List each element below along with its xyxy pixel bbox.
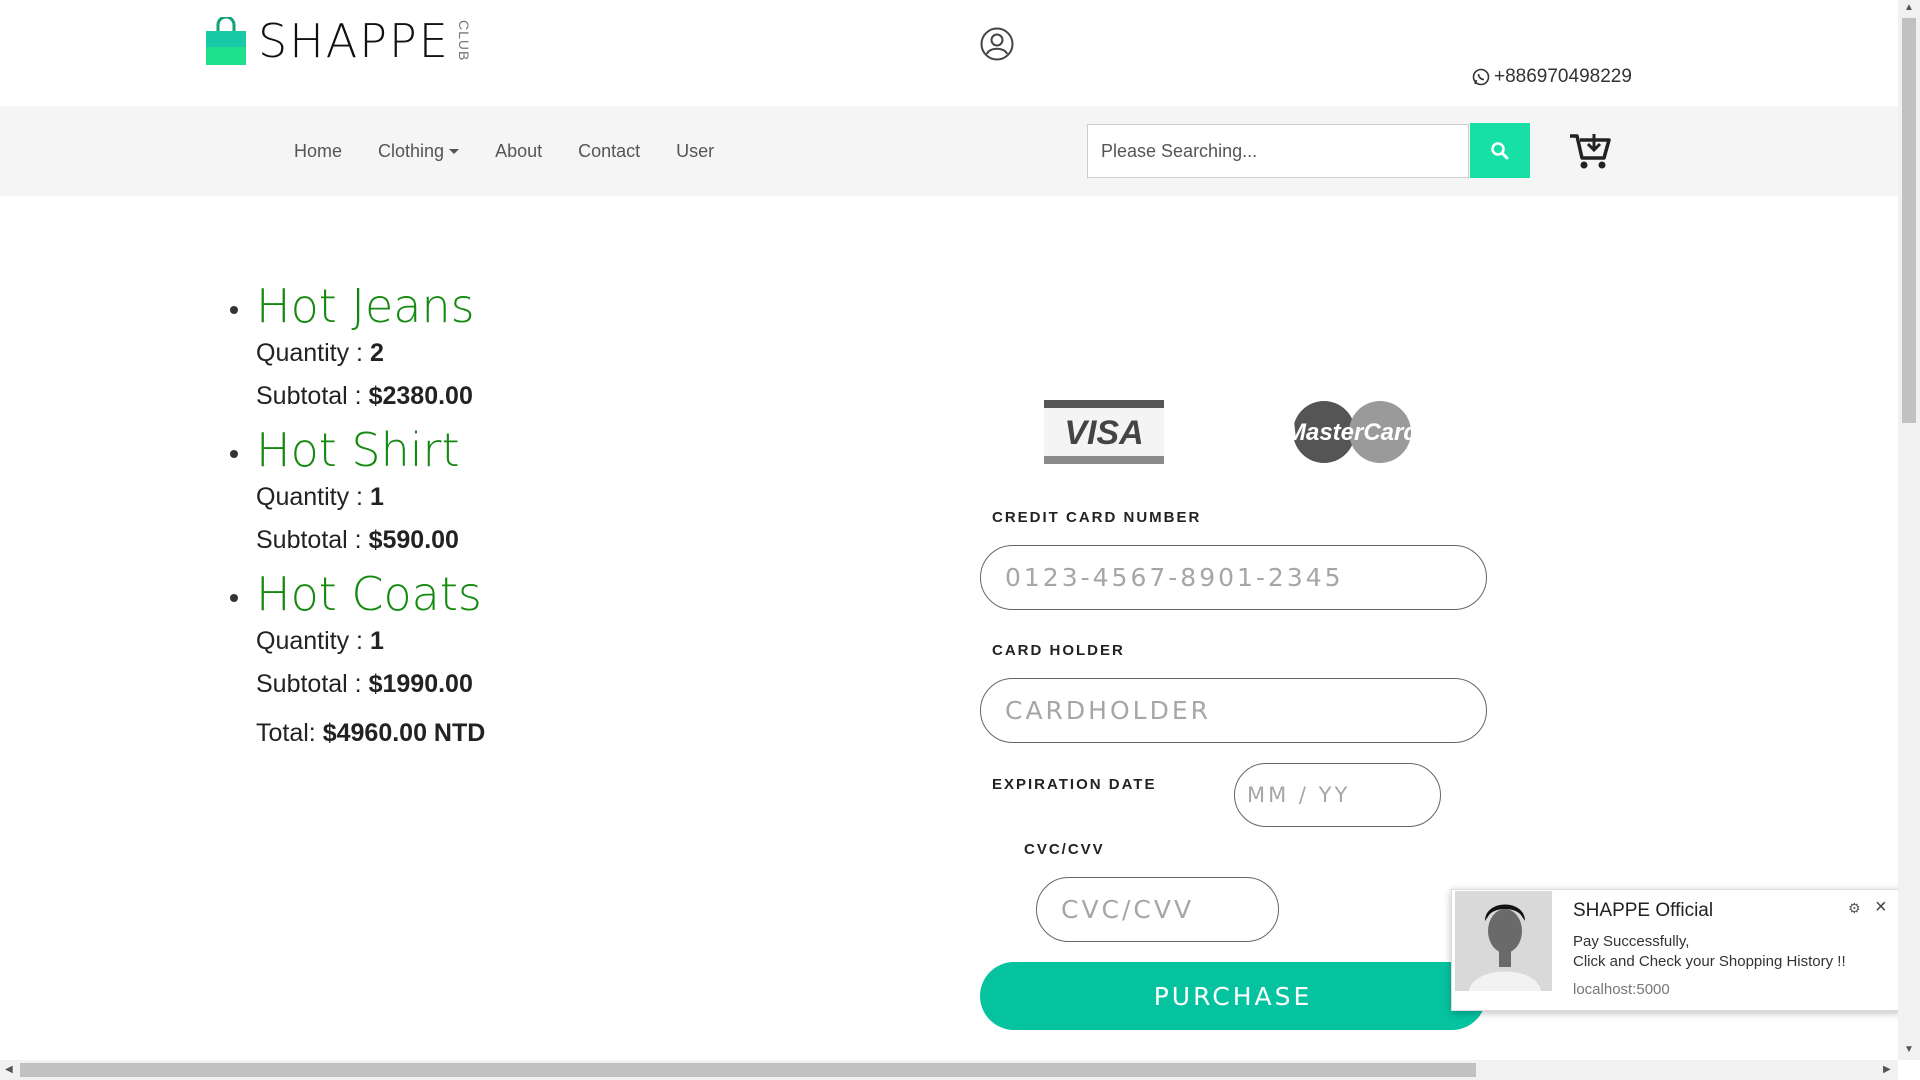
toast-notification[interactable]: SHAPPE Official Pay Successfully, Click … xyxy=(1451,889,1902,1011)
item-name: Hot Shirt xyxy=(256,423,460,477)
list-item: Hot Shirt Quantity : 1 Subtotal : $590.0… xyxy=(230,423,485,562)
brand-subtitle: CLUB xyxy=(456,20,472,62)
whatsapp-icon xyxy=(1472,68,1490,86)
nav-contact[interactable]: Contact xyxy=(560,141,658,162)
mastercard-logo-text: MasterCard xyxy=(1286,419,1418,446)
shopping-bag-icon xyxy=(206,17,246,65)
main-navbar: Home Clothing About Contact User xyxy=(0,106,1898,196)
list-item: Hot Coats Quantity : 1 Subtotal : $1990.… xyxy=(230,567,485,706)
search-icon xyxy=(1491,141,1509,159)
nav-clothing[interactable]: Clothing xyxy=(360,141,477,162)
notification-avatar xyxy=(1455,891,1552,991)
contact-phone[interactable]: +886970498229 xyxy=(1472,66,1632,88)
scroll-up-icon[interactable]: ▲ xyxy=(1904,2,1914,13)
caret-down-icon xyxy=(449,148,460,154)
expiration-date-input[interactable] xyxy=(1234,763,1441,827)
item-subtotal: Subtotal : $2380.00 xyxy=(256,382,473,410)
order-summary: Hot Jeans Quantity : 2 Subtotal : $2380.… xyxy=(230,279,486,755)
visa-logo-icon: VISA xyxy=(1044,400,1164,464)
card-holder-label: CARD HOLDER xyxy=(992,642,1125,659)
mastercard-logo-icon: MasterCard xyxy=(1286,401,1418,463)
horizontal-scroll-thumb[interactable] xyxy=(20,1063,1476,1077)
bullet xyxy=(230,594,238,602)
cvc-input[interactable] xyxy=(1036,877,1279,942)
brand-name: SHAPPE xyxy=(258,14,450,68)
item-subtotal: Subtotal : $590.00 xyxy=(256,526,459,554)
item-name: Hot Coats xyxy=(256,567,482,621)
phone-number: +886970498229 xyxy=(1494,66,1632,87)
cart-download-icon[interactable] xyxy=(1568,130,1612,170)
person-photo-icon xyxy=(1455,891,1552,991)
nav-user[interactable]: User xyxy=(658,141,732,162)
item-quantity: Quantity : 1 xyxy=(256,627,384,655)
cvc-label: CVC/CVV xyxy=(1024,841,1105,858)
nav-about[interactable]: About xyxy=(477,141,560,162)
vertical-scroll-thumb[interactable] xyxy=(1902,18,1916,423)
list-item: Hot Jeans Quantity : 2 Subtotal : $2380.… xyxy=(230,279,485,418)
nav-links: Home Clothing About Contact User xyxy=(276,106,732,196)
notification-message-line: Click and Check your Shopping History !! xyxy=(1573,953,1846,970)
item-quantity: Quantity : 1 xyxy=(256,483,384,511)
item-subtotal: Subtotal : $1990.00 xyxy=(256,670,473,698)
card-number-input[interactable] xyxy=(980,545,1487,610)
expiration-date-label: EXPIRATION DATE xyxy=(992,776,1157,793)
notification-message: Pay Successfully, Click and Check your S… xyxy=(1573,932,1846,972)
brand-logo[interactable]: SHAPPE xyxy=(204,14,450,68)
close-icon[interactable]: × xyxy=(1875,896,1887,919)
search-button[interactable] xyxy=(1470,123,1530,178)
order-total: Total: $4960.00 NTD xyxy=(256,719,486,747)
item-quantity: Quantity : 2 xyxy=(256,339,384,367)
nav-clothing-label: Clothing xyxy=(378,140,445,161)
item-name: Hot Jeans xyxy=(256,279,475,333)
bullet xyxy=(230,306,238,314)
notification-message-line: Pay Successfully, xyxy=(1573,933,1690,950)
user-circle-icon[interactable] xyxy=(980,27,1014,61)
notification-origin: localhost:5000 xyxy=(1573,981,1670,998)
visa-logo-text: VISA xyxy=(1064,414,1143,452)
gear-icon[interactable]: ⚙ xyxy=(1848,900,1861,917)
bullet xyxy=(230,450,238,458)
search-input[interactable] xyxy=(1087,124,1469,178)
vertical-scrollbar[interactable]: ▲ ▼ xyxy=(1898,0,1920,1060)
card-holder-input[interactable] xyxy=(980,678,1487,743)
scroll-right-icon[interactable]: ▶ xyxy=(1883,1064,1891,1075)
horizontal-scrollbar[interactable]: ◀ ▶ xyxy=(0,1060,1898,1080)
scroll-down-icon[interactable]: ▼ xyxy=(1904,1044,1914,1055)
scroll-left-icon[interactable]: ◀ xyxy=(5,1064,13,1075)
notification-title: SHAPPE Official xyxy=(1573,900,1714,921)
card-number-label: CREDIT CARD NUMBER xyxy=(992,509,1202,526)
nav-home[interactable]: Home xyxy=(276,141,360,162)
purchase-button[interactable]: PURCHASE xyxy=(980,962,1486,1030)
top-header: SHAPPE CLUB +886970498229 xyxy=(0,0,1898,106)
